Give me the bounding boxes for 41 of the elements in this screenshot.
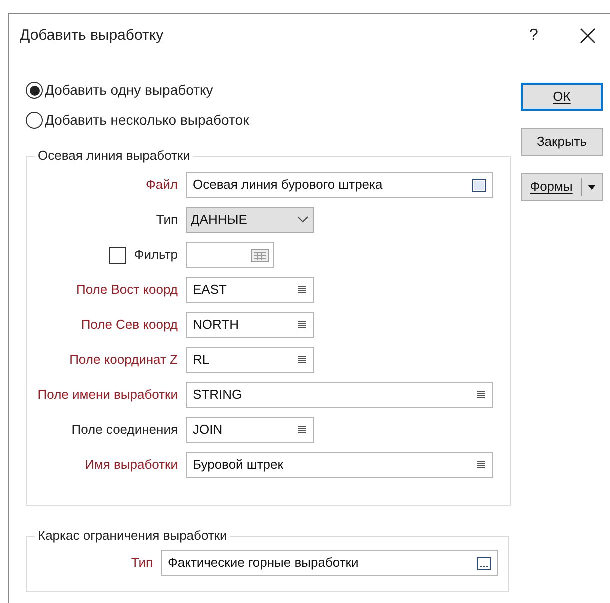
ok-button[interactable]: ОК	[521, 83, 603, 111]
chevron-down-icon	[297, 216, 309, 224]
field-label: Поле соединения	[72, 421, 178, 440]
field-label: Фильтр	[134, 246, 178, 264]
input-field[interactable]: STRING	[186, 382, 493, 408]
radio-label[interactable]: Добавить несколько выработок	[45, 110, 250, 131]
help-button[interactable]: ?	[524, 24, 544, 48]
browse-icon[interactable]	[472, 178, 486, 192]
input-field[interactable]: EAST	[186, 277, 314, 303]
input-field[interactable]: Осевая линия бурового штрека	[186, 172, 493, 198]
forms-split-button[interactable]: Формы	[521, 173, 603, 201]
browse-icon[interactable]	[477, 556, 491, 570]
field-label: Тип	[131, 554, 153, 572]
filter-field[interactable]	[186, 242, 274, 268]
input-field[interactable]: Фактические горные выработки	[161, 550, 498, 576]
field-label: Файл	[146, 176, 178, 194]
field-label: Поле Сев коорд	[81, 316, 178, 334]
type-dropdown[interactable]: ДАННЫЕ	[186, 207, 314, 233]
list-icon[interactable]	[476, 390, 486, 400]
list-icon[interactable]	[297, 425, 307, 435]
field-label: Имя выработки	[85, 456, 178, 474]
radio-button[interactable]	[26, 82, 43, 99]
close-button[interactable]: Закрыть	[521, 128, 603, 156]
list-icon[interactable]	[297, 285, 307, 295]
window-title: Добавить выработку	[20, 26, 165, 46]
radio-label[interactable]: Добавить одну выработку	[45, 80, 214, 101]
input-field[interactable]: NORTH	[186, 312, 314, 338]
input-field[interactable]: Буровой штрек	[186, 452, 493, 478]
radio-button[interactable]	[26, 112, 43, 129]
filter-checkbox[interactable]	[109, 246, 126, 264]
list-icon[interactable]	[476, 460, 486, 470]
list-icon[interactable]	[297, 355, 307, 365]
table-icon[interactable]	[251, 248, 269, 262]
field-label: Поле координат Z	[70, 351, 178, 370]
field-label: Тип	[156, 211, 178, 230]
input-field[interactable]: JOIN	[186, 417, 314, 443]
field-label: Поле Вост коорд	[76, 281, 178, 300]
list-icon[interactable]	[297, 320, 307, 330]
close-icon[interactable]	[580, 28, 596, 44]
field-label: Поле имени выработки	[38, 386, 178, 404]
input-field[interactable]: RL	[186, 347, 314, 373]
